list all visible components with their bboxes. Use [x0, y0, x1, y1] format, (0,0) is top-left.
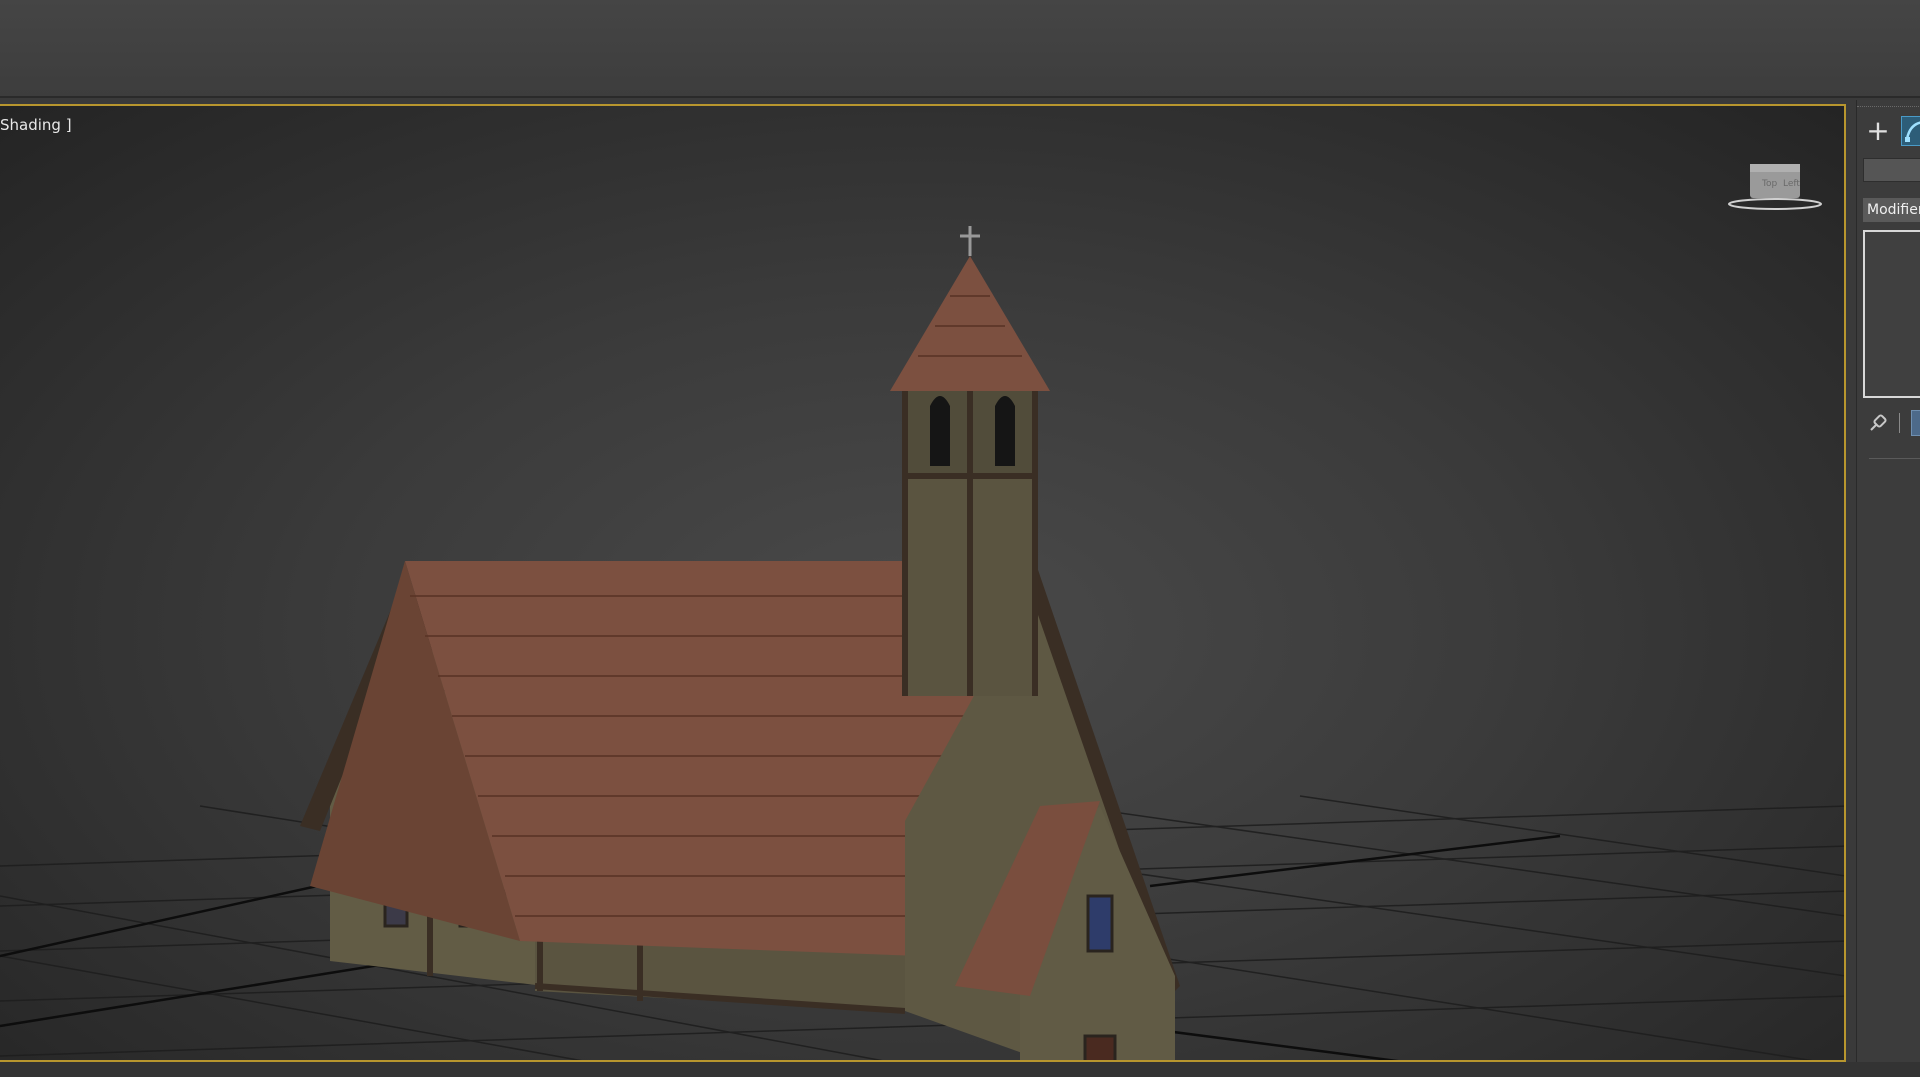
- show-end-result-button[interactable]: [1911, 410, 1920, 436]
- main-toolbar-area: [0, 0, 1920, 98]
- scene-canvas[interactable]: [0, 106, 1846, 1062]
- viewcube-left-label: Left: [1783, 179, 1800, 189]
- viewcube-top-label: Top: [1761, 179, 1777, 189]
- stack-toolbar-separator: [1899, 413, 1900, 433]
- modifier-list-dropdown[interactable]: Modifier: [1863, 198, 1920, 222]
- church-model: [300, 226, 1180, 1060]
- viewcube[interactable]: Top Left: [1725, 156, 1825, 216]
- modify-icon: [1905, 121, 1920, 142]
- modifier-stack[interactable]: [1863, 230, 1920, 398]
- object-name-field[interactable]: [1863, 158, 1920, 182]
- perspective-viewport[interactable]: Shading ] Top Left: [0, 104, 1846, 1062]
- create-tab[interactable]: +: [1863, 116, 1893, 146]
- bottom-strip: [0, 1062, 1920, 1077]
- pin-icon[interactable]: [1867, 412, 1889, 434]
- plus-icon: +: [1866, 114, 1890, 147]
- panel-divider: [1869, 458, 1920, 459]
- panel-grip[interactable]: [1857, 106, 1920, 110]
- command-panel: + Modifier: [1856, 100, 1920, 1077]
- modify-tab[interactable]: [1901, 116, 1920, 146]
